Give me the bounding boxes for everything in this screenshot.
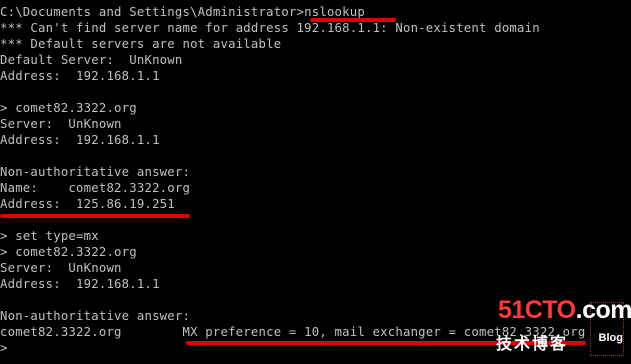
watermark-blog: Blog — [598, 332, 623, 344]
console-window[interactable]: C:\Documents and Settings\Administrator>… — [0, 0, 631, 364]
watermark-subtitle: 技术博客 — [496, 336, 569, 353]
console-line: Address: 192.168.1.1 — [0, 277, 160, 291]
console-line: C:\Documents and Settings\Administrator>… — [0, 5, 365, 19]
console-line: > comet82.3322.org — [0, 245, 137, 259]
console-line: Address: 125.86.19.251 — [0, 197, 175, 211]
console-line: Address: 192.168.1.1 — [0, 133, 160, 147]
annotation-underline-nslookup — [310, 18, 396, 22]
console-line: Server: UnKnown — [0, 117, 122, 131]
console-line: Server: UnKnown — [0, 261, 122, 275]
console-line: *** Default servers are not available — [0, 37, 282, 51]
watermark-logo-suffix: .com — [575, 296, 631, 324]
console-line: Name: comet82.3322.org — [0, 181, 191, 195]
console-line: Address: 192.168.1.1 — [0, 69, 160, 83]
console-line: > set type=mx — [0, 229, 99, 243]
watermark-logo: 51CTO.com — [498, 296, 631, 325]
console-line: *** Can't find server name for address 1… — [0, 21, 540, 35]
console-line: Non-authoritative answer: — [0, 165, 191, 179]
annotation-underline-address — [0, 214, 190, 218]
console-line: > comet82.3322.org — [0, 101, 137, 115]
watermark: 51CTO.com 技术博客 Blog — [494, 296, 631, 364]
watermark-logo-main: 51CTO — [498, 296, 576, 324]
console-line: Default Server: UnKnown — [0, 53, 183, 67]
